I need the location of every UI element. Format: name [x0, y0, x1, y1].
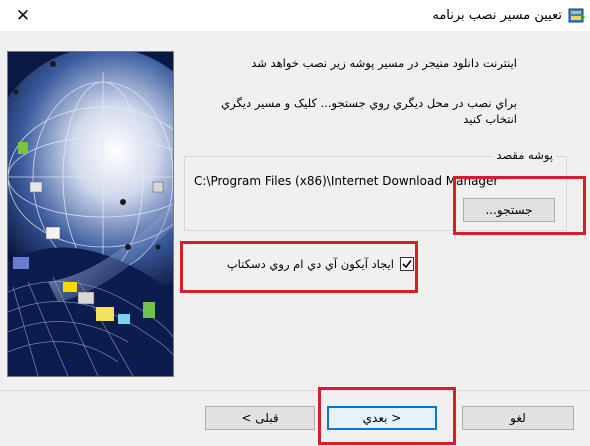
app-icon	[568, 7, 586, 25]
close-icon: ✕	[15, 5, 31, 26]
cancel-button[interactable]: لغو	[462, 406, 574, 430]
next-button[interactable]: < بعدي	[327, 406, 437, 430]
footer-divider	[0, 390, 590, 391]
install-message: اينترنت دانلود منيجر در مسير پوشه زير نص…	[251, 56, 517, 70]
checkmark-icon	[402, 260, 412, 269]
destination-folder-legend: پوشه مقصد	[493, 148, 556, 162]
browse-instruction-line2: انتخاب کنيد	[463, 112, 517, 126]
window-title: تعيين مسير نصب برنامه	[432, 8, 562, 23]
back-button[interactable]: قبلی >	[205, 406, 315, 430]
browse-instruction-line1: براي نصب در محل ديگري روي جستجو... کليک …	[221, 96, 517, 110]
close-button[interactable]: ✕	[0, 0, 46, 31]
desktop-icon-label: ايجاد آيکون آي دي ام روي دسکتاپ	[226, 257, 394, 271]
browse-button[interactable]: جستجو...	[463, 198, 555, 222]
desktop-icon-checkbox[interactable]	[400, 257, 414, 271]
wizard-side-image	[7, 51, 174, 377]
desktop-icon-option[interactable]: ايجاد آيکون آي دي ام روي دسکتاپ	[190, 254, 414, 274]
title-bar: ✕ تعيين مسير نصب برنامه	[0, 0, 590, 31]
destination-path: C:\Program Files (x86)\Internet Download…	[194, 174, 499, 188]
